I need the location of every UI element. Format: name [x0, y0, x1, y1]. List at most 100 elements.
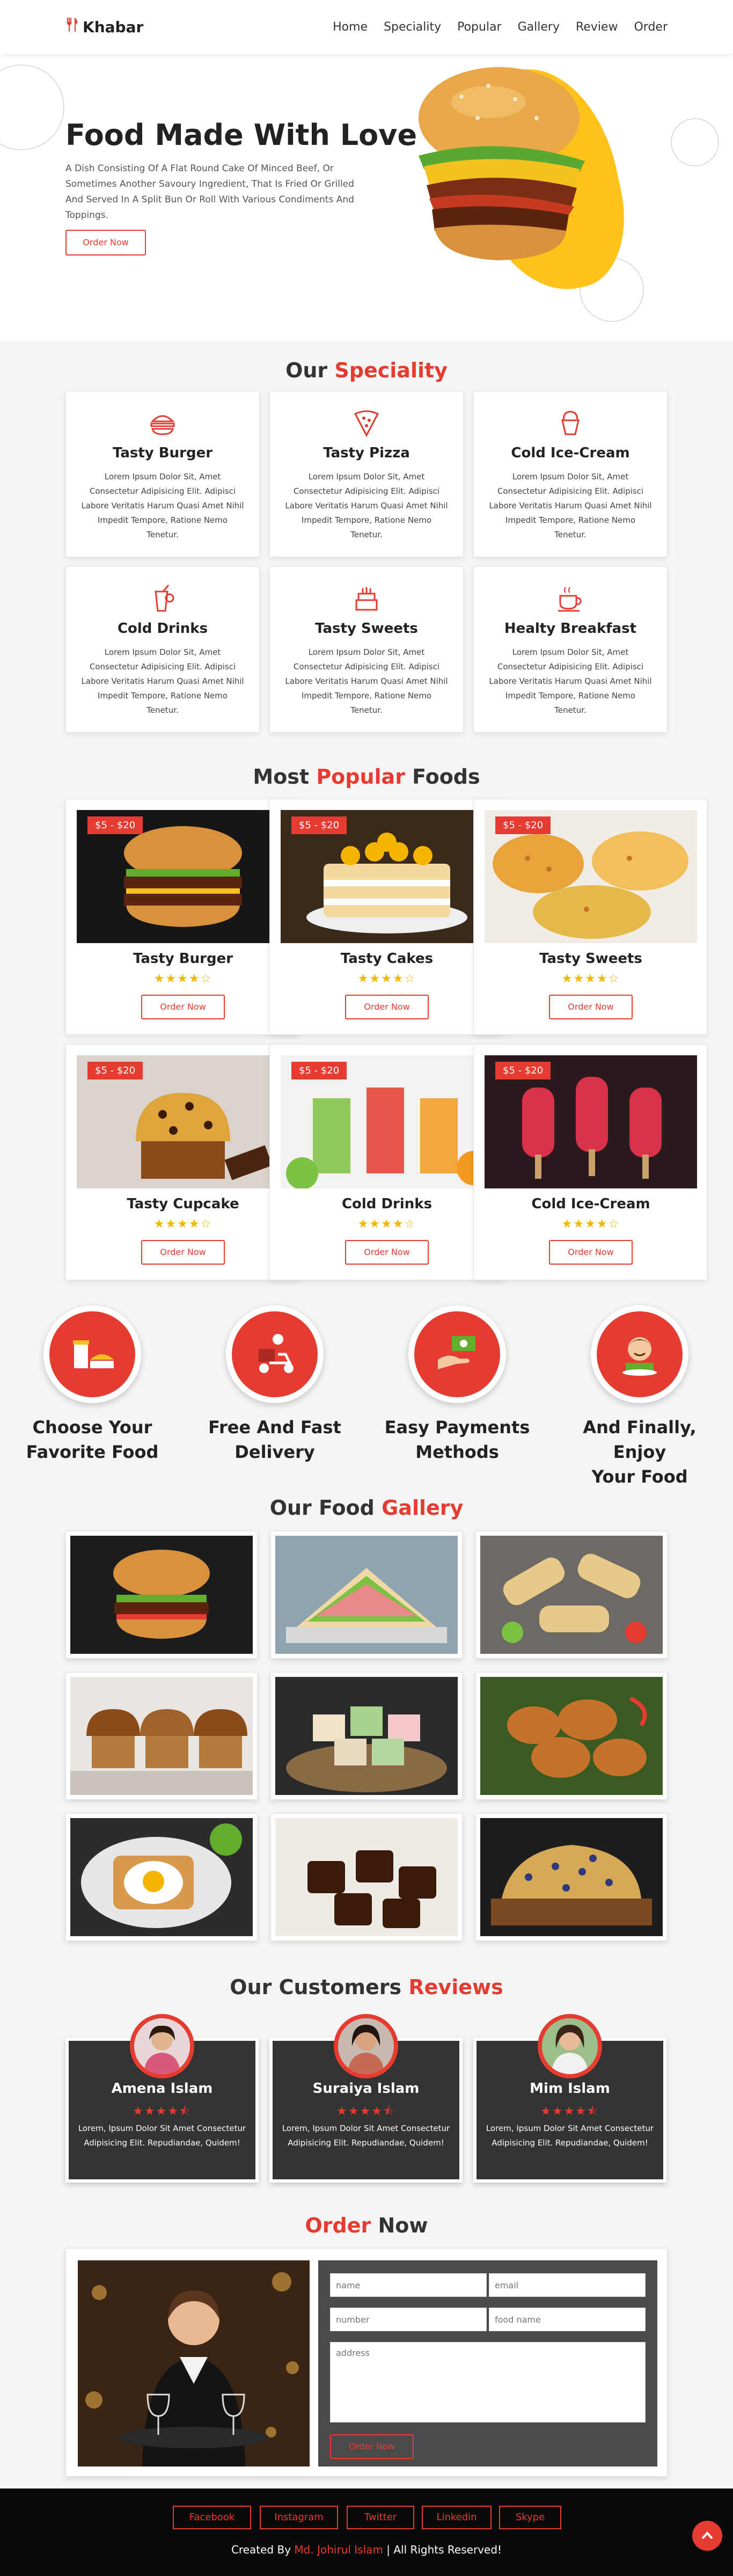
heading-text: Foods	[412, 765, 480, 789]
avatar	[538, 2014, 602, 2078]
delivery-scooter-icon	[232, 1311, 318, 1397]
price-badge: $5 - $20	[495, 816, 551, 834]
food-title: Tasty Burger	[133, 951, 233, 967]
skype-link[interactable]: Skype	[499, 2506, 561, 2529]
reviews-heading: Our Customers Reviews	[0, 1975, 733, 1999]
nav-order[interactable]: Order	[634, 20, 668, 34]
twitter-link[interactable]: Twitter	[347, 2506, 414, 2529]
popular-card: $5 - $20 Tasty Cupcake ★★★★☆ Order Now	[65, 1044, 299, 1280]
step-enjoy: And Finally, Enjoy Your Food	[559, 1305, 720, 1489]
order-now-button[interactable]: Order Now	[141, 995, 225, 1019]
waitress-image	[78, 2260, 310, 2466]
pizza-icon	[354, 410, 379, 437]
payment-hand-icon	[414, 1311, 500, 1397]
main-nav: Home Speciality Popular Gallery Review O…	[333, 20, 668, 34]
heading-text: Now	[378, 2214, 428, 2237]
rating-stars: ★★★★☆	[153, 1217, 212, 1231]
author-link[interactable]: Md. Johirul Islam	[294, 2543, 383, 2556]
popular-card: $5 - $20 Tasty Sweets ★★★★☆ Order Now	[473, 799, 707, 1035]
heading-accent: Speciality	[334, 359, 448, 382]
order-now-button[interactable]: Order Now	[549, 1240, 633, 1265]
food-title: Tasty Sweets	[539, 951, 642, 967]
heading-accent: Gallery	[382, 1496, 464, 1520]
hero-order-button[interactable]: Order Now	[65, 230, 146, 256]
popular-card: $5 - $20 Cold Ice-Cream ★★★★☆ Order Now	[473, 1044, 707, 1280]
order-form: Order Now	[318, 2260, 657, 2466]
speciality-card: Cold Ice-Cream Lorem Ipsum Dolor Sit, Am…	[473, 391, 668, 557]
gallery-image-fudge[interactable]	[270, 1672, 463, 1800]
price-badge: $5 - $20	[87, 816, 143, 834]
nav-popular[interactable]: Popular	[457, 20, 502, 34]
food-title: Tasty Cupcake	[127, 1196, 239, 1212]
name-field[interactable]	[330, 2273, 487, 2297]
gallery-image-blueberry-cake[interactable]	[475, 1813, 668, 1941]
burger-image	[419, 67, 585, 260]
gallery-image-fried-chicken[interactable]	[475, 1672, 668, 1800]
speciality-text: Lorem Ipsum Dolor Sit, Amet Consectetur …	[81, 647, 244, 715]
review-card: Amena Islam ★★★★⯪ Lorem, Ipsum Dolor Sit…	[65, 2014, 259, 2208]
order-heading: Order Now	[0, 2214, 733, 2237]
gallery-image-breakfast[interactable]	[65, 1813, 258, 1941]
step-title: Free And Fast Delivery	[208, 1417, 341, 1462]
decorative-doodle	[0, 64, 64, 150]
popular-card: $5 - $20 Tasty Cakes ★★★★☆ Order Now	[269, 799, 503, 1035]
drink-icon	[155, 585, 174, 612]
hero-title: Food Made With Love	[65, 118, 417, 152]
gallery-image-cupcakes[interactable]	[65, 1672, 258, 1800]
avatar	[334, 2014, 398, 2078]
speciality-title: Tasty Pizza	[323, 445, 410, 461]
logo-text: Khabar	[83, 18, 144, 36]
cutlery-icon	[65, 17, 79, 37]
step-title: Choose Your Favorite Food	[26, 1417, 159, 1462]
speciality-text: Lorem Ipsum Dolor Sit, Amet Consectetur …	[81, 472, 244, 539]
order-now-button[interactable]: Order Now	[549, 995, 633, 1019]
nav-review[interactable]: Review	[576, 20, 618, 34]
gallery-image-burger[interactable]	[65, 1531, 258, 1659]
rating-stars: ★★★★☆	[561, 972, 620, 986]
order-submit-button[interactable]: Order Now	[330, 2434, 414, 2459]
reviewer-name: Suraiya Islam	[312, 2081, 420, 2097]
gallery-image-sandwich[interactable]	[270, 1531, 463, 1659]
step-payments: Easy Payments Methods	[377, 1305, 538, 1464]
rating-stars: ★★★★☆	[357, 1217, 416, 1231]
order-now-button[interactable]: Order Now	[141, 1240, 225, 1265]
nav-gallery[interactable]: Gallery	[518, 20, 560, 34]
linkedin-link[interactable]: Linkedin	[422, 2506, 492, 2529]
review-card: Mim Islam ★★★★⯪ Lorem, Ipsum Dolor Sit A…	[473, 2014, 666, 2208]
speciality-text: Lorem Ipsum Dolor Sit, Amet Consectetur …	[285, 647, 448, 715]
food-tray-icon	[49, 1311, 135, 1397]
popular-card: $5 - $20 Tasty Burger ★★★★☆ Order Now	[65, 799, 299, 1035]
food-name-field[interactable]	[489, 2308, 646, 2331]
step-title: And Finally, Enjoy Your Food	[583, 1417, 697, 1487]
speciality-title: Healty Breakfast	[504, 621, 637, 637]
order-now-button[interactable]: Order Now	[345, 1240, 429, 1265]
review-text: Lorem, Ipsum Dolor Sit Amet Consectetur …	[78, 2123, 246, 2148]
scroll-to-top-button[interactable]	[692, 2521, 722, 2551]
speciality-card: Tasty Burger Lorem Ipsum Dolor Sit, Amet…	[65, 391, 260, 557]
chevron-up-icon	[701, 2531, 713, 2539]
food-title: Cold Drinks	[341, 1196, 433, 1212]
review-text: Lorem, Ipsum Dolor Sit Amet Consectetur …	[486, 2123, 654, 2148]
speciality-title: Cold Ice-Cream	[511, 445, 630, 461]
gallery-image-chocolates[interactable]	[270, 1813, 463, 1941]
review-card: Suraiya Islam ★★★★⯪ Lorem, Ipsum Dolor S…	[269, 2014, 463, 2208]
cake-icon	[355, 587, 378, 611]
speciality-card: Tasty Sweets Lorem Ipsum Dolor Sit, Amet…	[269, 566, 464, 733]
speciality-text: Lorem Ipsum Dolor Sit, Amet Consectetur …	[489, 647, 652, 715]
nav-home[interactable]: Home	[333, 20, 368, 34]
site-footer: Facebook Instagram Twitter Linkedin Skyp…	[0, 2489, 733, 2576]
ice-cream-icon	[561, 411, 580, 435]
nav-speciality[interactable]: Speciality	[384, 20, 441, 34]
rating-stars: ★★★★☆	[357, 972, 416, 986]
gallery-image-wraps[interactable]	[475, 1531, 668, 1659]
instagram-link[interactable]: Instagram	[260, 2506, 338, 2529]
rating-stars: ★★★★⯪	[540, 2105, 599, 2118]
email-field[interactable]	[489, 2273, 646, 2297]
number-field[interactable]	[330, 2308, 487, 2331]
facebook-link[interactable]: Facebook	[173, 2506, 251, 2529]
heading-text: Our	[285, 359, 328, 382]
order-now-button[interactable]: Order Now	[345, 995, 429, 1019]
address-field[interactable]	[330, 2342, 646, 2422]
logo[interactable]: Khabar	[65, 17, 143, 37]
price-badge: $5 - $20	[291, 816, 347, 834]
